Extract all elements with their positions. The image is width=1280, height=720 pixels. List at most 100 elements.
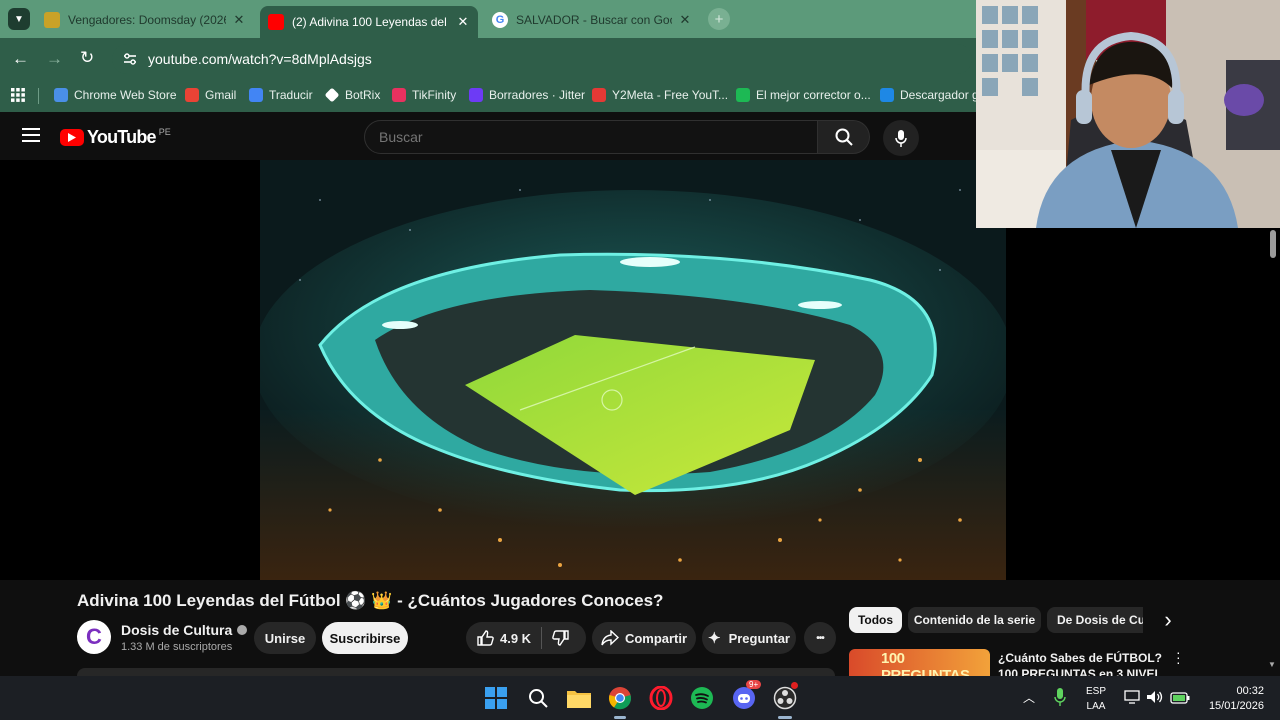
chip-from-channel[interactable]: De Dosis de Cul [1047, 607, 1143, 633]
bookmark-jitter[interactable]: Borradores · Jitter [469, 88, 585, 102]
bookmark-chrome-web-store[interactable]: Chrome Web Store [54, 88, 177, 102]
chrome-web-store-icon [54, 88, 68, 102]
description-box[interactable] [77, 668, 835, 676]
windows-start-button[interactable] [482, 684, 510, 712]
obs-icon[interactable] [771, 682, 799, 712]
channel-name[interactable]: Dosis de Cultura [121, 622, 248, 638]
page-scrollbar[interactable]: ▼ [1268, 660, 1278, 670]
close-icon[interactable]: ✕ [678, 12, 692, 28]
channel-avatar[interactable]: C [77, 620, 111, 654]
youtube-logo-text: YouTube [87, 127, 157, 147]
bookmarks-divider [38, 88, 39, 104]
volume-icon[interactable] [1146, 690, 1164, 709]
url-text[interactable]: youtube.com/watch?v=8dMplAdsjgs [148, 51, 372, 67]
chip-todos[interactable]: Todos [849, 607, 902, 633]
file-explorer-icon[interactable] [565, 684, 593, 712]
site-settings-icon[interactable] [122, 51, 138, 67]
browser-tab-youtube[interactable]: (2) Adivina 100 Leyendas del Fú ✕ [260, 6, 478, 38]
stadium-image [260, 160, 1006, 580]
recommendation-menu-icon[interactable]: · · · [1176, 645, 1186, 669]
y2meta-icon [592, 88, 606, 102]
back-icon[interactable]: ← [12, 49, 29, 69]
search-icon[interactable] [524, 684, 552, 712]
recommendation-title[interactable]: ¿Cuánto Sabes de FÚTBOL? ⚽ 100 PREGUNTAS… [998, 650, 1162, 676]
youtube-favicon-icon [268, 14, 284, 30]
spotify-icon[interactable] [688, 684, 716, 712]
bookmark-y2meta[interactable]: Y2Meta - Free YouT... [592, 88, 728, 102]
jitter-icon [469, 88, 483, 102]
like-button[interactable]: 4.9 K [466, 629, 531, 647]
sparkle-icon: ✦ [708, 630, 721, 647]
tray-overflow-icon[interactable]: ︿ [1023, 689, 1035, 706]
microphone-tray-icon[interactable] [1054, 688, 1066, 711]
botrix-icon [324, 87, 340, 103]
more-actions-button[interactable]: ••• [804, 622, 836, 654]
reload-icon[interactable]: ↻ [80, 48, 94, 68]
discord-icon[interactable]: 9+ [730, 680, 762, 712]
bookmark-tikfinity[interactable]: TikFinity [392, 88, 456, 102]
search-input[interactable] [379, 129, 799, 145]
menu-icon[interactable] [22, 128, 40, 147]
microphone-icon [895, 129, 907, 147]
bookmarks-bar: Chrome Web Store Gmail Traducir BotRix T… [0, 80, 983, 112]
battery-icon[interactable] [1170, 691, 1190, 709]
browser-tab-google[interactable]: G SALVADOR - Buscar con Google ✕ [484, 6, 700, 34]
youtube-logo[interactable]: YouTube PE [60, 127, 171, 148]
bookmark-traducir[interactable]: Traducir [249, 88, 313, 102]
thumbs-up-icon [477, 630, 494, 646]
chevron-down-icon: ▼ [14, 13, 24, 25]
search-box[interactable] [364, 120, 818, 154]
thumbnail-text: 100 PREGUNTAS [881, 650, 970, 676]
apps-grid-icon[interactable] [11, 88, 25, 105]
corrector-icon [736, 88, 750, 102]
bookmark-gmail[interactable]: Gmail [185, 88, 236, 102]
address-bar[interactable]: youtube.com/watch?v=8dMplAdsjgs [112, 44, 972, 74]
ask-button[interactable]: ✦ Preguntar [702, 622, 796, 654]
dislike-button[interactable] [552, 629, 570, 647]
close-icon[interactable]: ✕ [456, 14, 470, 30]
forward-icon[interactable]: → [46, 49, 63, 69]
recommendation-thumbnail[interactable]: 100 PREGUNTAS [849, 649, 990, 676]
obs-active-indicator [778, 716, 792, 719]
video-details: Adivina 100 Leyendas del Fútbol ⚽ 👑 - ¿C… [0, 580, 1280, 676]
voice-search-button[interactable] [883, 120, 919, 156]
share-icon [601, 630, 619, 646]
tikfinity-icon [392, 88, 406, 102]
country-code: PE [158, 126, 171, 137]
search-icon [835, 128, 853, 146]
language-indicator[interactable]: ESP LAA [1086, 684, 1106, 714]
like-dislike-group: 4.9 K [466, 622, 586, 654]
new-tab-button[interactable]: + [708, 8, 730, 30]
subscribe-button[interactable]: Suscribirse [322, 622, 408, 654]
video-frame[interactable] [260, 160, 1006, 580]
clock-time: 00:32 [1236, 685, 1264, 697]
display-tray-icon[interactable] [1124, 690, 1140, 709]
tab-title: Vengadores: Doomsday (2026) [68, 13, 226, 27]
tab-favicon-icon [44, 12, 60, 28]
bookmark-descargador[interactable]: Descargador gr [880, 88, 983, 102]
tab-title: SALVADOR - Buscar con Google [516, 13, 672, 27]
clock[interactable]: 00:32 15/01/2026 [1200, 684, 1264, 714]
chrome-active-indicator [614, 716, 626, 719]
translate-icon [249, 88, 263, 102]
descargador-icon [880, 88, 894, 102]
video-title: Adivina 100 Leyendas del Fútbol ⚽ 👑 - ¿C… [77, 591, 664, 610]
browser-tab-doomsday[interactable]: Vengadores: Doomsday (2026) ✕ [36, 6, 254, 34]
browser-toolbar: ← → ↻ youtube.com/watch?v=8dMplAdsjgs [0, 38, 976, 80]
chips-next-button[interactable]: › [1154, 606, 1182, 634]
bookmark-corrector[interactable]: El mejor corrector o... [736, 88, 871, 102]
close-icon[interactable]: ✕ [232, 12, 246, 28]
tab-title: (2) Adivina 100 Leyendas del Fú [292, 15, 450, 29]
chip-series[interactable]: Contenido de la serie [908, 607, 1041, 633]
opera-icon[interactable] [647, 684, 675, 712]
search-button[interactable] [818, 120, 870, 154]
page-scrollbar-thumb[interactable] [1270, 230, 1276, 258]
share-button[interactable]: Compartir [592, 622, 696, 654]
bookmark-botrix[interactable]: BotRix [324, 87, 380, 103]
windows-taskbar: 9+ ︿ ESP LAA 00:32 15/01/2026 [0, 676, 1280, 720]
recording-dot-icon [791, 682, 798, 689]
join-button[interactable]: Unirse [254, 622, 316, 654]
chrome-icon[interactable] [606, 684, 634, 712]
webcam-overlay [976, 0, 1280, 228]
tab-search-button[interactable]: ▼ [8, 8, 30, 30]
